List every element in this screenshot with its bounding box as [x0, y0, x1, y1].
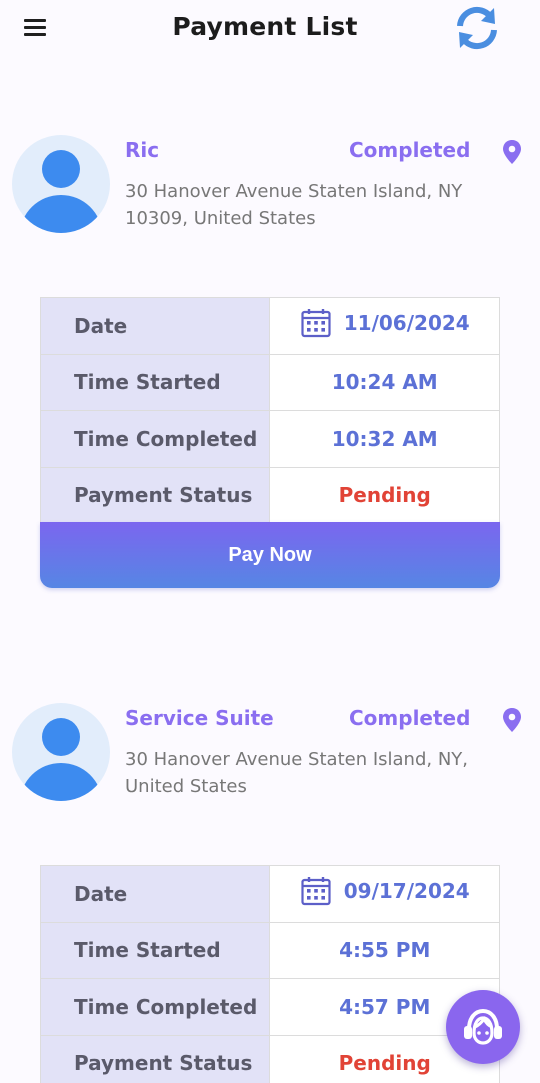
app-header: Payment List — [0, 0, 540, 60]
row-label: Time Completed — [39, 410, 271, 468]
user-avatar-icon — [12, 135, 110, 233]
customer-name: Ric — [125, 138, 160, 162]
payment-status-value: Pending — [269, 466, 500, 524]
location-pin-icon[interactable] — [500, 706, 524, 734]
job-status: Completed — [349, 706, 471, 730]
date-value: 11/06/2024 — [343, 311, 470, 336]
pay-now-button[interactable]: Pay Now — [40, 522, 500, 588]
row-label: Payment Status — [39, 466, 271, 524]
time-started-value: 4:55 PM — [269, 921, 500, 979]
payment-details-table: Date — [39, 297, 500, 524]
date-cell: 09/17/2024 — [269, 865, 500, 923]
table-row: Date — [39, 297, 500, 355]
table-row: Time Completed 10:32 AM — [39, 410, 500, 468]
table-row: Time Completed 4:57 PM — [39, 978, 500, 1036]
customer-address: 30 Hanover Avenue Staten Island, NY 1030… — [125, 181, 463, 229]
calendar-icon — [300, 307, 332, 339]
support-agent-icon — [464, 1008, 502, 1045]
customer-name: Service Suite — [125, 706, 274, 730]
table-row: Date — [39, 865, 500, 923]
date-cell: 11/06/2024 — [269, 297, 500, 355]
time-started-value: 10:24 AM — [269, 353, 500, 411]
row-label: Date — [39, 297, 271, 355]
table-row: Payment Status Pending — [39, 1034, 500, 1083]
page-title: Payment List — [172, 12, 358, 41]
time-completed-value: 10:32 AM — [269, 410, 500, 468]
row-label: Date — [39, 865, 271, 923]
calendar-icon — [300, 875, 332, 907]
customer-address: 30 Hanover Avenue Staten Island, NY, Uni… — [125, 749, 469, 797]
date-value: 09/17/2024 — [343, 879, 470, 904]
row-label: Time Completed — [39, 978, 271, 1036]
location-pin-icon[interactable] — [500, 138, 524, 166]
row-label: Time Started — [39, 353, 271, 411]
payment-details-table: Date — [39, 865, 500, 1083]
refresh-icon[interactable] — [452, 4, 502, 52]
support-agent-button[interactable] — [446, 990, 520, 1064]
row-label: Payment Status — [39, 1034, 271, 1083]
table-row: Payment Status Pending — [39, 466, 500, 524]
job-status: Completed — [349, 138, 471, 162]
table-row: Time Started 4:55 PM — [39, 921, 500, 979]
user-avatar-icon — [12, 703, 110, 801]
table-row: Time Started 10:24 AM — [39, 353, 500, 411]
payment-list-screen: Payment List Ric Completed 30 Hanover Av… — [0, 0, 540, 1083]
row-label: Time Started — [39, 921, 271, 979]
